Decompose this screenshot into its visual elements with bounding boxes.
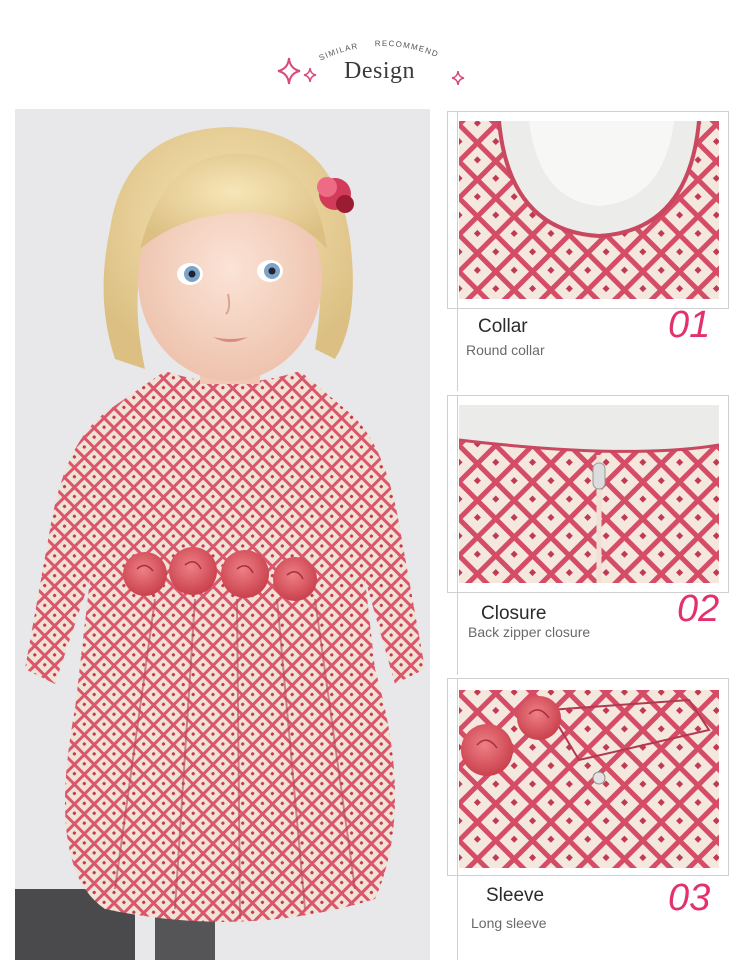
- arc-subtitle: SIMILAR RECOMMEND: [318, 39, 440, 63]
- sparkle-right-icon: [451, 70, 465, 86]
- detail-number-03: 03: [668, 877, 711, 919]
- detail-title-collar: Collar: [478, 316, 528, 337]
- svg-text:RECOMMEND: RECOMMEND: [375, 39, 440, 59]
- sparkle-large-icon: [277, 57, 301, 85]
- detail-title-closure: Closure: [481, 603, 547, 624]
- detail-subtitle-closure: Back zipper closure: [468, 624, 591, 640]
- detail-image-collar: [459, 121, 719, 299]
- design-header: SIMILAR RECOMMEND Design: [0, 0, 750, 105]
- sparkle-small-icon: [303, 67, 317, 83]
- detail-subtitle-collar: Round collar: [466, 342, 545, 358]
- detail-image-sleeve: [459, 690, 719, 868]
- detail-image-closure: [459, 405, 719, 583]
- detail-subtitle-sleeve: Long sleeve: [471, 915, 547, 931]
- detail-number-02: 02: [677, 588, 720, 630]
- arc-text-recommend: RECOMMEND: [375, 39, 439, 59]
- page-title: Design: [344, 58, 415, 84]
- detail-number-01: 01: [668, 304, 711, 346]
- main-product-photo: [15, 109, 430, 960]
- detail-title-sleeve: Sleeve: [486, 885, 545, 906]
